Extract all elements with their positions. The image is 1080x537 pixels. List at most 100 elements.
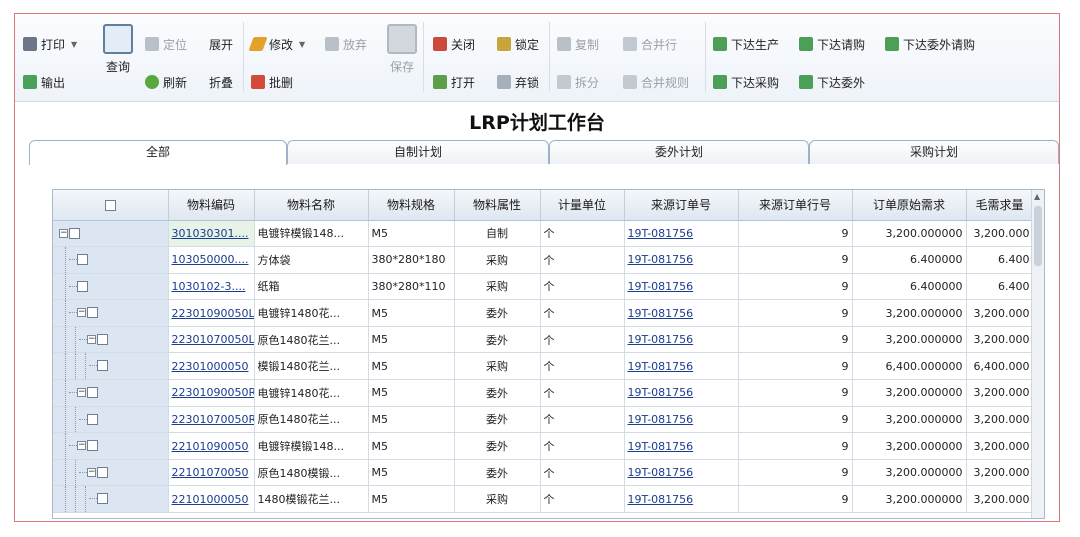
row-checkbox[interactable] [97,333,108,345]
row-checkbox[interactable] [97,360,108,372]
material-code-cell[interactable]: 1030102-3.... [168,273,255,301]
material-code-cell[interactable]: 22301090050R [168,379,255,407]
row-checkbox[interactable] [77,280,88,292]
close-button[interactable]: 关闭 [433,34,475,54]
collapse-toggle-icon[interactable]: − [87,467,96,477]
edit-button[interactable]: 修改 ▼ [248,34,305,54]
split-button[interactable]: 拆分 [557,72,599,92]
collapse-toggle-icon[interactable]: − [77,441,86,451]
source-order-cell[interactable]: 19T-081756 [624,246,739,274]
row-checkbox[interactable] [87,440,98,452]
source-order-link[interactable]: 19T-081756 [628,360,694,373]
row-checkbox[interactable] [69,227,80,239]
source-order-link[interactable]: 19T-081756 [628,413,694,426]
issue-outsource-button[interactable]: 下达委外 [799,72,865,92]
batch-delete-button[interactable]: 批删 [251,72,293,92]
issue-purchase-button[interactable]: 下达采购 [713,72,779,92]
material-code-cell[interactable]: 22101000050 [168,485,255,514]
column-header[interactable]: 毛需求量 [966,190,1034,221]
source-order-link[interactable]: 19T-081756 [628,386,694,399]
tab-self-made[interactable]: 自制计划 [287,140,549,164]
collapse-toggle-icon[interactable]: − [77,308,86,318]
material-code-cell[interactable]: 22301070050L [168,326,255,354]
row-checkbox[interactable] [87,387,98,399]
material-code-link[interactable]: 22301000050 [172,360,249,373]
column-header[interactable]: 来源订单行号 [738,190,853,221]
copy-button[interactable]: 复制 [557,34,599,54]
row-checkbox[interactable] [97,466,108,478]
source-order-link[interactable]: 19T-081756 [628,280,694,293]
tab-outsource[interactable]: 委外计划 [549,140,809,164]
abandon-button[interactable]: 放弃 [325,34,367,54]
material-code-cell[interactable]: 22101090050 [168,432,255,460]
vertical-scrollbar[interactable]: ▲ [1031,190,1044,518]
export-button[interactable]: 输出 [23,72,65,92]
column-header[interactable]: 计量单位 [540,190,625,221]
collapse-toggle-icon[interactable]: − [87,334,96,344]
column-header[interactable]: 来源订单号 [624,190,739,221]
source-order-cell[interactable]: 19T-081756 [624,273,739,301]
collapse-toggle-icon[interactable]: − [77,388,86,398]
table-row[interactable]: − 22301090050R 电镀锌1480花... M5 委外个 19T-081756 9… [53,379,1034,407]
column-header[interactable]: 订单原始需求 [852,190,967,221]
table-row[interactable]: −22101090050 电镀锌模锻148... M5 委外个 19T-081756 9 3… [53,432,1034,460]
material-code-link[interactable]: 22301070050R [172,413,254,426]
source-order-link[interactable]: 19T-081756 [628,466,694,479]
material-code-cell[interactable]: 22101070050 [168,459,255,487]
column-header[interactable]: 物料属性 [454,190,541,221]
row-checkbox[interactable] [87,413,98,425]
scroll-thumb[interactable] [1034,206,1042,266]
tab-all[interactable]: 全部 [29,140,287,165]
table-row[interactable]: 22301070050R 原色1480花兰... M5 委外个 19T-081756 9 3… [53,406,1034,434]
issue-production-button[interactable]: 下达生产 [713,34,779,54]
table-row[interactable]: 103050000.... 方体袋 380*280*180 采购个 19T-081756… [53,246,1034,274]
lock-button[interactable]: 锁定 [497,34,539,54]
material-code-link[interactable]: 103050000.... [172,253,249,266]
collapse-toggle-icon[interactable]: − [59,228,68,238]
material-code-link[interactable]: 22101000050 [172,493,249,506]
print-button[interactable]: 打印 ▼ [23,34,77,54]
source-order-cell[interactable]: 19T-081756 [624,352,739,381]
open-button[interactable]: 打开 [433,72,475,92]
issue-purchase-request-button[interactable]: 下达请购 [799,34,865,54]
table-row[interactable]: 1030102-3.... 纸箱 380*280*110 采购个 19T-081756 9… [53,273,1034,301]
table-row[interactable]: −22101070050 原色1480模锻... M5 委外个 19T-081756 9 3… [53,459,1034,487]
source-order-link[interactable]: 19T-081756 [628,307,694,320]
source-order-cell[interactable]: 19T-081756 [624,220,739,248]
table-row[interactable]: − 22301090050L 电镀锌1480花... M5 委外个 19T-081756 9… [53,299,1034,327]
table-row[interactable]: − 22301070050L 原色1480花兰... M5 委外个 19T-081756 9… [53,326,1034,354]
source-order-link[interactable]: 19T-081756 [628,253,694,266]
merge-row-button[interactable]: 合并行 [623,34,677,54]
unlock-button[interactable]: 弃锁 [497,72,539,92]
material-code-link[interactable]: 22101070050 [172,466,249,479]
material-code-link[interactable]: 22301090050R [172,386,254,399]
tab-purchase[interactable]: 采购计划 [809,140,1059,164]
material-code-link[interactable]: 301030301.... [172,227,249,240]
source-order-link[interactable]: 19T-081756 [628,227,694,240]
material-code-link[interactable]: 22301070050L [172,333,254,346]
scroll-up-icon[interactable]: ▲ [1034,192,1040,201]
row-checkbox[interactable] [87,307,98,319]
expand-button[interactable]: 展开 [209,34,233,54]
source-order-cell[interactable]: 19T-081756 [624,459,739,487]
material-code-link[interactable]: 1030102-3.... [172,280,246,293]
merge-rule-button[interactable]: 合并规则 [623,72,689,92]
row-checkbox[interactable] [77,254,88,266]
material-code-cell[interactable]: 301030301.... [168,220,255,248]
material-code-link[interactable]: 22301090050L [172,307,254,320]
source-order-cell[interactable]: 19T-081756 [624,299,739,327]
table-row[interactable]: − 301030301.... 电镀锌模锻148... M5 自制个 19T-081756… [53,220,1034,248]
refresh-button[interactable]: 刷新 [145,72,187,92]
material-code-cell[interactable]: 22301000050 [168,352,255,381]
material-code-cell[interactable]: 22301090050L [168,299,255,327]
material-code-cell[interactable]: 22301070050R [168,406,255,434]
source-order-link[interactable]: 19T-081756 [628,440,694,453]
locate-button[interactable]: 定位 [145,34,187,54]
source-order-cell[interactable]: 19T-081756 [624,485,739,514]
source-order-cell[interactable]: 19T-081756 [624,379,739,407]
table-row[interactable]: 22101000050 1480模锻花兰... M5 采购个 19T-081756 9 3,… [53,485,1034,514]
column-header[interactable]: 物料名称 [254,190,369,221]
select-all-checkbox[interactable] [104,199,116,211]
column-header[interactable]: 物料编码 [168,190,255,221]
issue-outsource-request-button[interactable]: 下达委外请购 [885,34,975,54]
